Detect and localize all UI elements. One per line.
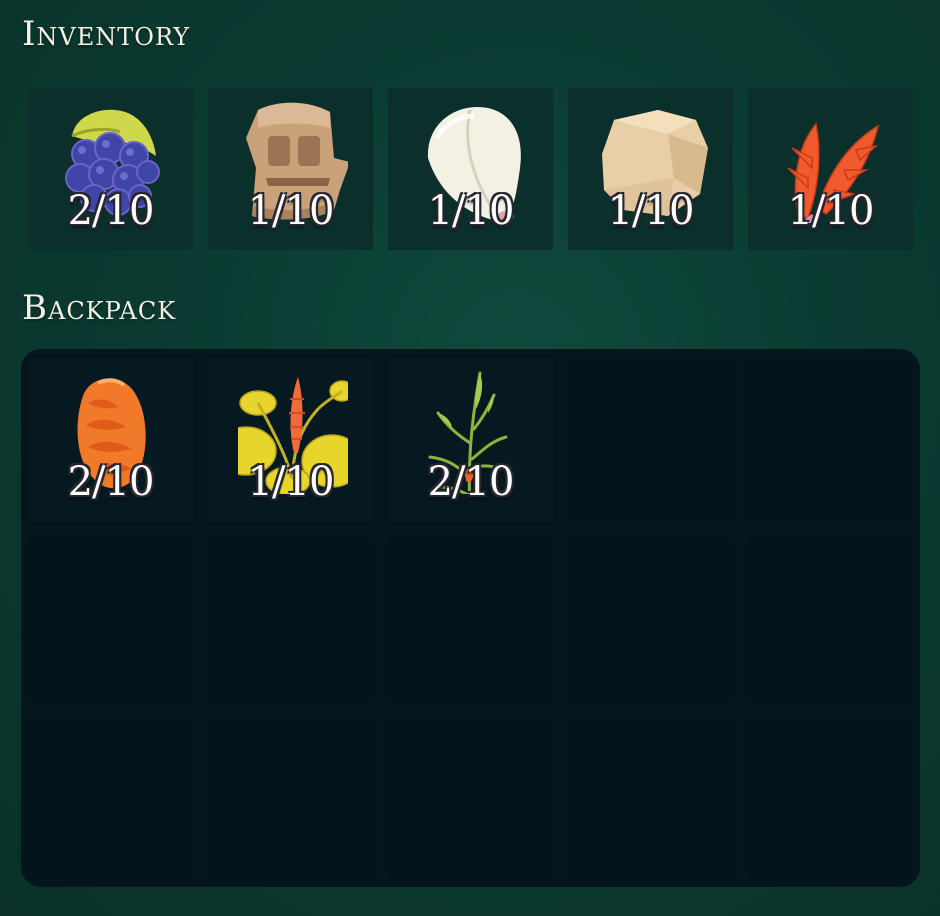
item-count: 2/10 <box>427 459 515 505</box>
backpack-slot-empty[interactable] <box>388 538 553 700</box>
item-count: 1/10 <box>427 188 515 234</box>
backpack-slot[interactable]: 1/10 <box>208 359 373 521</box>
item-count: 2/10 <box>67 459 155 505</box>
backpack-slot-empty[interactable] <box>568 359 733 521</box>
backpack-slot-empty[interactable] <box>208 717 373 879</box>
backpack-title: Backpack <box>22 288 177 328</box>
inventory-title: Inventory <box>22 14 191 54</box>
inventory-slot[interactable]: 1/10 <box>208 88 373 250</box>
inventory-slot[interactable]: 2/10 <box>28 88 193 250</box>
backpack-slot[interactable]: 2/10 <box>28 359 193 521</box>
backpack-slot-empty[interactable] <box>568 538 733 700</box>
inventory-slot[interactable]: 1/10 <box>748 88 913 250</box>
backpack-panel: 2/10 1/10 2/10 <box>21 349 920 887</box>
backpack-slot-empty[interactable] <box>388 717 553 879</box>
backpack-slot[interactable]: 2/10 <box>388 359 553 521</box>
inventory-slot[interactable]: 1/10 <box>568 88 733 250</box>
backpack-slot-empty[interactable] <box>208 538 373 700</box>
backpack-slot-empty[interactable] <box>28 538 193 700</box>
backpack-slot-empty[interactable] <box>748 538 913 700</box>
backpack-slot-empty[interactable] <box>28 717 193 879</box>
inventory-row: 2/10 1/10 1/10 1/10 1/10 <box>28 88 915 250</box>
backpack-slot-empty[interactable] <box>748 359 913 521</box>
item-count: 1/10 <box>247 459 335 505</box>
item-count: 1/10 <box>607 188 695 234</box>
item-count: 2/10 <box>67 188 155 234</box>
item-count: 1/10 <box>787 188 875 234</box>
item-count: 1/10 <box>247 188 335 234</box>
backpack-slot-empty[interactable] <box>568 717 733 879</box>
inventory-slot[interactable]: 1/10 <box>388 88 553 250</box>
backpack-slot-empty[interactable] <box>748 717 913 879</box>
